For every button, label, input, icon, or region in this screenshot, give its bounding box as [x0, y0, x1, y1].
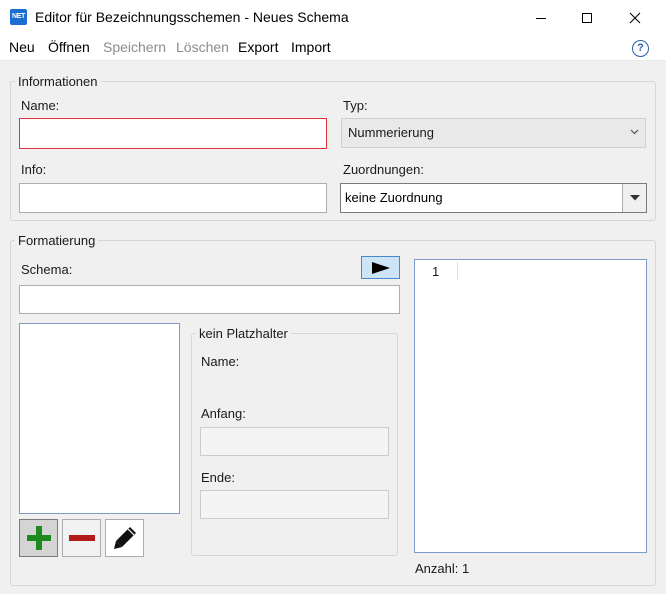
maximize-button[interactable]	[564, 0, 610, 35]
menu-export[interactable]: Export	[238, 39, 278, 55]
placeholder-ende-label: Ende:	[201, 470, 235, 485]
anzahl-label: Anzahl: 1	[415, 561, 470, 576]
menu-bar	[0, 35, 666, 61]
placeholder-anfang-label: Anfang:	[201, 406, 246, 421]
placeholder-ende-input[interactable]	[200, 490, 389, 519]
placeholder-name-label: Name:	[201, 354, 240, 369]
zuordnungen-label: Zuordnungen:	[343, 162, 424, 177]
app-icon: NET	[10, 9, 27, 25]
menu-import[interactable]: Import	[291, 39, 331, 55]
maximize-icon	[582, 12, 592, 23]
menu-speichern[interactable]: Speichern	[103, 39, 166, 55]
preview-line-number: 1	[432, 264, 440, 279]
close-button[interactable]	[612, 0, 658, 35]
minus-icon	[68, 535, 95, 541]
info-label: Info:	[21, 162, 47, 177]
informationen-group-title: Informationen	[15, 74, 101, 89]
play-button[interactable]	[361, 256, 400, 279]
preview-gutter-divider	[457, 262, 458, 280]
close-icon	[629, 12, 641, 23]
menu-loeschen[interactable]: Löschen	[176, 39, 229, 55]
typ-label: Typ:	[343, 98, 368, 113]
placeholder-group-title: kein Platzhalter	[196, 326, 291, 341]
plus-icon	[26, 526, 51, 550]
name-label: Name:	[21, 98, 60, 113]
dropdown-arrow-icon	[629, 195, 640, 201]
formatierung-group-title: Formatierung	[15, 233, 99, 248]
menu-oeffnen[interactable]: Öffnen	[48, 39, 90, 55]
info-input[interactable]	[19, 183, 327, 213]
edit-placeholder-button[interactable]	[105, 519, 144, 557]
zuordnungen-value: keine Zuordnung	[345, 190, 443, 205]
zuordnungen-dropdown-button[interactable]	[622, 184, 646, 212]
add-placeholder-button[interactable]	[19, 519, 58, 557]
menu-neu[interactable]: Neu	[9, 39, 35, 55]
name-input[interactable]	[19, 118, 327, 149]
help-icon[interactable]: ?	[632, 40, 649, 57]
typ-select-value: Nummerierung	[348, 125, 434, 140]
schema-input[interactable]	[19, 285, 400, 314]
play-icon	[371, 261, 390, 274]
chevron-down-icon	[630, 126, 639, 138]
placeholder-list[interactable]	[19, 323, 180, 514]
placeholder-anfang-input[interactable]	[200, 427, 389, 456]
pencil-icon	[113, 527, 136, 549]
preview-pane[interactable]	[414, 259, 647, 553]
minimize-button[interactable]	[518, 0, 564, 35]
schema-label: Schema:	[21, 262, 73, 277]
window-title: Editor für Bezeichnungsschemen - Neues S…	[35, 9, 349, 25]
remove-placeholder-button[interactable]	[62, 519, 101, 557]
minimize-icon	[536, 17, 546, 19]
